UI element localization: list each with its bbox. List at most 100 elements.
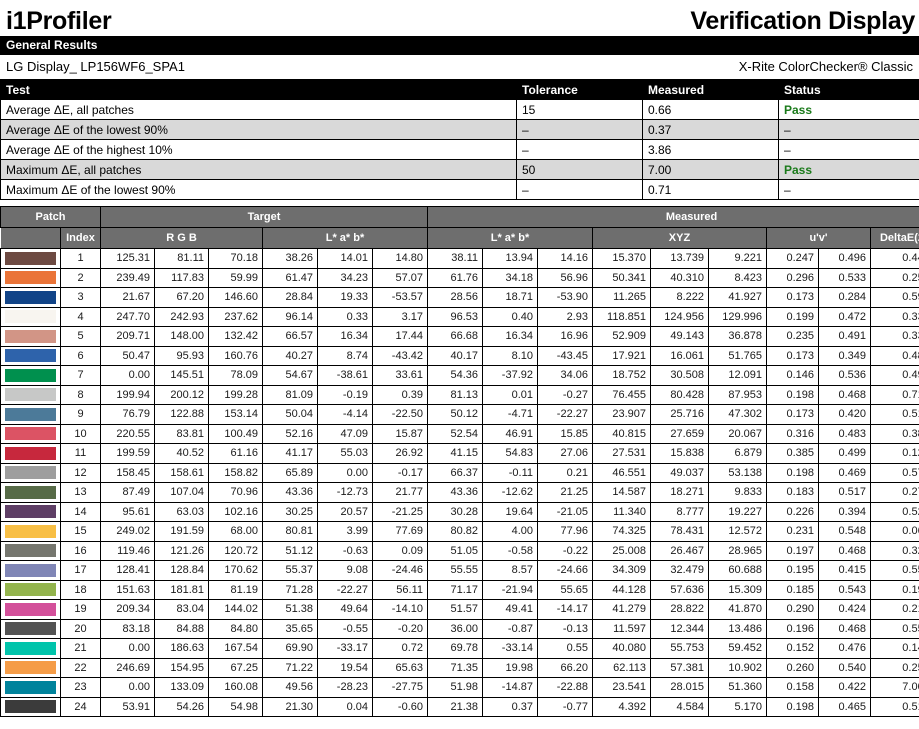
target-L: 35.65 xyxy=(262,618,318,639)
measured-Y: 78.431 xyxy=(650,521,709,542)
target-g: 200.12 xyxy=(154,384,209,405)
patch-color-swatch xyxy=(5,466,56,480)
measured-Z: 47.302 xyxy=(708,404,767,425)
target-b-star: -24.46 xyxy=(372,560,428,581)
target-a: -12.73 xyxy=(317,482,373,503)
patch-color-swatch-cell xyxy=(0,404,61,425)
general-results-row: Maximum ΔE of the lowest 90% –0.71– xyxy=(0,179,919,200)
patch-color-swatch-cell xyxy=(0,267,61,288)
patch-row: 10 220.55 83.81 100.49 52.16 47.09 15.87 52.54 4… xyxy=(0,423,919,444)
status-badge: Pass xyxy=(778,99,919,120)
target-a: -22.27 xyxy=(317,579,373,600)
measured-Z: 6.879 xyxy=(708,443,767,464)
target-b-star: 56.11 xyxy=(372,579,428,600)
measured-value: 0.71 xyxy=(642,179,779,200)
patch-color-swatch xyxy=(5,407,56,421)
measured-Z: 9.221 xyxy=(708,248,767,269)
measured-v-prime: 0.468 xyxy=(818,540,871,561)
measured-a: 0.40 xyxy=(482,306,538,327)
measured-u-prime: 0.199 xyxy=(766,306,819,327)
measured-a: 0.01 xyxy=(482,384,538,405)
patch-row: 11 199.59 40.52 61.16 41.17 55.03 26.92 41.15 54… xyxy=(0,443,919,464)
target-b: 100.49 xyxy=(208,423,263,444)
patch-measurement-table: Patch Target Measured Index R G B L* a* … xyxy=(0,206,919,717)
measured-L: 43.36 xyxy=(427,482,483,503)
measured-L: 61.76 xyxy=(427,267,483,288)
patch-color-swatch xyxy=(5,368,56,382)
measured-L: 21.38 xyxy=(427,696,483,717)
measured-Z: 41.870 xyxy=(708,599,767,620)
delta-e-2000: 0.33 xyxy=(869,326,919,347)
target-r: 199.94 xyxy=(100,384,155,405)
target-b-star: 21.77 xyxy=(372,482,428,503)
patch-color-swatch-cell xyxy=(0,618,61,639)
target-L: 41.17 xyxy=(262,443,318,464)
target-b: 144.02 xyxy=(208,599,263,620)
measured-u-prime: 0.231 xyxy=(766,521,819,542)
target-L: 51.12 xyxy=(262,540,318,561)
target-b-star: -0.60 xyxy=(372,696,428,717)
target-b: 68.00 xyxy=(208,521,263,542)
measured-u-prime: 0.195 xyxy=(766,560,819,581)
patch-index: 9 xyxy=(60,404,101,425)
target-b-star: -14.10 xyxy=(372,599,428,620)
sub-header-uv: u'v' xyxy=(766,227,871,249)
measured-X: 62.113 xyxy=(592,657,651,678)
patch-index: 13 xyxy=(60,482,101,503)
measured-Y: 57.636 xyxy=(650,579,709,600)
patch-color-swatch xyxy=(5,622,56,636)
measured-v-prime: 0.536 xyxy=(818,365,871,386)
patch-index: 7 xyxy=(60,365,101,386)
target-g: 121.26 xyxy=(154,540,209,561)
target-r: 21.67 xyxy=(100,287,155,308)
target-b: 160.08 xyxy=(208,677,263,698)
measured-b-star: -21.05 xyxy=(537,501,593,522)
target-g: 54.26 xyxy=(154,696,209,717)
patch-sub-header-row: Index R G B L* a* b* L* a* b* XYZ u'v' D… xyxy=(0,227,919,249)
target-L: 65.89 xyxy=(262,462,318,483)
patch-color-swatch-cell xyxy=(0,287,61,308)
patch-color-swatch xyxy=(5,485,56,499)
measured-X: 11.597 xyxy=(592,618,651,639)
measured-Y: 28.822 xyxy=(650,599,709,620)
measured-Y: 25.716 xyxy=(650,404,709,425)
target-b: 61.16 xyxy=(208,443,263,464)
target-L: 80.81 xyxy=(262,521,318,542)
measured-v-prime: 0.483 xyxy=(818,423,871,444)
target-L: 71.28 xyxy=(262,579,318,600)
measured-Y: 8.222 xyxy=(650,287,709,308)
measured-value: 3.86 xyxy=(642,139,779,160)
delta-e-2000: 0.55 xyxy=(869,618,919,639)
measured-X: 15.370 xyxy=(592,248,651,269)
measured-u-prime: 0.385 xyxy=(766,443,819,464)
measured-Y: 49.143 xyxy=(650,326,709,347)
patch-index: 6 xyxy=(60,345,101,366)
measured-Z: 59.452 xyxy=(708,638,767,659)
status-badge: Pass xyxy=(778,159,919,180)
target-g: 63.03 xyxy=(154,501,209,522)
measured-L: 28.56 xyxy=(427,287,483,308)
measured-u-prime: 0.198 xyxy=(766,384,819,405)
target-r: 76.79 xyxy=(100,404,155,425)
patch-color-swatch-cell xyxy=(0,501,61,522)
measured-a: 54.83 xyxy=(482,443,538,464)
measured-a: 19.64 xyxy=(482,501,538,522)
measured-Z: 129.996 xyxy=(708,306,767,327)
measured-Z: 12.572 xyxy=(708,521,767,542)
general-results-row: Maximum ΔE, all patches 50 7.00 Pass xyxy=(0,159,919,180)
target-r: 128.41 xyxy=(100,560,155,581)
target-r: 83.18 xyxy=(100,618,155,639)
target-b: 167.54 xyxy=(208,638,263,659)
measured-u-prime: 0.196 xyxy=(766,618,819,639)
measured-L: 51.98 xyxy=(427,677,483,698)
target-g: 117.83 xyxy=(154,267,209,288)
target-a: 0.04 xyxy=(317,696,373,717)
patch-color-swatch xyxy=(5,310,56,324)
measured-a: 8.57 xyxy=(482,560,538,581)
patch-color-swatch-cell xyxy=(0,248,61,269)
patch-table-wrap: Patch Target Measured Index R G B L* a* … xyxy=(0,206,919,717)
measured-L: 51.57 xyxy=(427,599,483,620)
patch-index: 4 xyxy=(60,306,101,327)
measured-Y: 28.015 xyxy=(650,677,709,698)
target-b-star: 15.87 xyxy=(372,423,428,444)
